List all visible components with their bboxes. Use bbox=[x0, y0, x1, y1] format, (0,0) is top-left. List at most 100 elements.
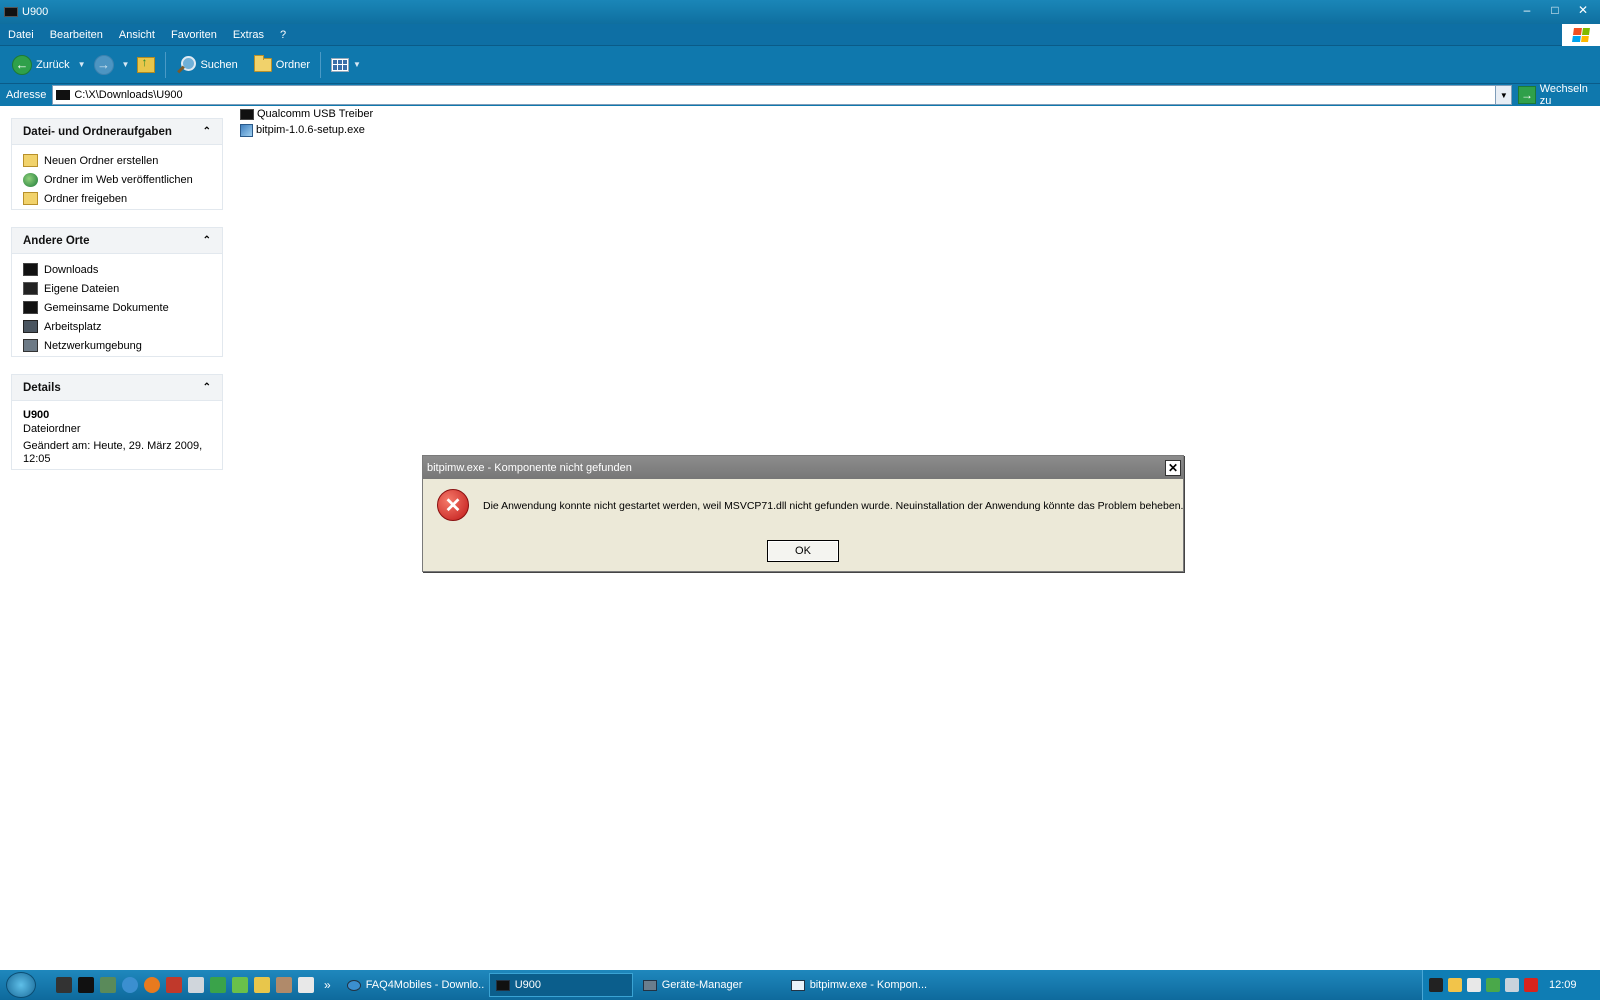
place-shared-documents[interactable]: Gemeinsame Dokumente bbox=[23, 298, 211, 317]
collapse-chevron-icon[interactable]: ⌃ bbox=[203, 382, 211, 393]
go-button[interactable]: → Wechseln zu bbox=[1518, 83, 1600, 107]
safely-remove-icon[interactable] bbox=[1486, 978, 1500, 992]
app-tray-icon[interactable] bbox=[1467, 978, 1481, 992]
file-name: bitpim-1.0.6-setup.exe bbox=[256, 124, 365, 136]
folder-icon bbox=[495, 979, 510, 991]
task-pane: Datei- und Ordneraufgaben ⌃ Neuen Ordner… bbox=[0, 106, 232, 970]
system-tray: 12:09 bbox=[1422, 970, 1600, 1000]
shared-folder-icon bbox=[23, 301, 38, 314]
file-item-folder[interactable]: Qualcomm USB Treiber bbox=[240, 106, 373, 122]
menu-bearbeiten[interactable]: Bearbeiten bbox=[42, 29, 111, 41]
back-button[interactable]: ← Zurück bbox=[8, 50, 74, 80]
forward-arrow-icon: → bbox=[93, 54, 114, 75]
share-folder-icon bbox=[23, 192, 38, 205]
forward-button[interactable]: → bbox=[90, 50, 118, 80]
details-item-name: U900 bbox=[23, 409, 50, 421]
collapse-chevron-icon[interactable]: ⌃ bbox=[203, 126, 211, 137]
title-bar[interactable]: U900 – □ ✕ bbox=[0, 0, 1600, 24]
ie-icon bbox=[346, 979, 361, 991]
menu-datei[interactable]: Datei bbox=[0, 29, 42, 41]
firefox-icon[interactable] bbox=[144, 977, 160, 993]
place-label: Eigene Dateien bbox=[44, 282, 120, 295]
address-dropdown-button[interactable]: ▼ bbox=[1495, 86, 1512, 104]
start-button[interactable] bbox=[6, 972, 36, 998]
windows-logo-icon bbox=[1562, 24, 1600, 46]
search-label: Suchen bbox=[200, 58, 238, 71]
maximize-button[interactable]: □ bbox=[1544, 1, 1566, 19]
explorer-window: U900 – □ ✕ Datei Bearbeiten Ansicht Favo… bbox=[0, 0, 1600, 1000]
go-arrow-icon: → bbox=[1518, 86, 1536, 104]
new-folder-icon bbox=[23, 154, 38, 167]
close-button[interactable]: ✕ bbox=[1572, 1, 1594, 19]
menu-favoriten[interactable]: Favoriten bbox=[163, 29, 225, 41]
folder-up-icon bbox=[137, 55, 156, 73]
views-button[interactable]: ▼ bbox=[327, 50, 365, 80]
views-dropdown-icon: ▼ bbox=[353, 60, 361, 69]
quick-launch-overflow[interactable]: » bbox=[324, 978, 331, 992]
menu-help[interactable]: ? bbox=[272, 29, 294, 41]
panel-title: Andere Orte bbox=[23, 234, 90, 247]
documents-folder-icon bbox=[23, 282, 38, 295]
folders-button[interactable]: Ordner bbox=[250, 50, 314, 80]
taskbar-item-label: Geräte-Manager bbox=[661, 979, 743, 991]
views-grid-icon bbox=[331, 57, 350, 72]
task-label: Neuen Ordner erstellen bbox=[44, 154, 159, 167]
app-icon[interactable] bbox=[276, 977, 292, 993]
error-dialog: bitpimw.exe - Komponente nicht gefunden … bbox=[422, 455, 1184, 572]
app-icon[interactable] bbox=[254, 977, 270, 993]
menu-ansicht[interactable]: Ansicht bbox=[111, 29, 163, 41]
task-new-folder[interactable]: Neuen Ordner erstellen bbox=[23, 151, 211, 170]
taskbar-item-bitpimw[interactable]: bitpimw.exe - Kompon... bbox=[785, 973, 929, 997]
app-icon[interactable] bbox=[210, 977, 226, 993]
panel-header[interactable]: Datei- und Ordneraufgaben ⌃ bbox=[12, 119, 222, 145]
antivirus-icon[interactable] bbox=[1524, 978, 1538, 992]
address-bar: Adresse C:\X\Downloads\U900 ▼ → Wechseln… bbox=[0, 83, 1600, 107]
panel-header[interactable]: Andere Orte ⌃ bbox=[12, 228, 222, 254]
file-item-exe[interactable]: bitpim-1.0.6-setup.exe bbox=[240, 122, 373, 138]
cmd-icon[interactable] bbox=[78, 977, 94, 993]
app-icon[interactable] bbox=[298, 977, 314, 993]
steam-icon[interactable] bbox=[1429, 978, 1443, 992]
search-button[interactable]: Suchen bbox=[172, 50, 241, 80]
up-folder-button[interactable] bbox=[133, 50, 159, 80]
taskbar-item-u900[interactable]: U900 bbox=[488, 973, 633, 997]
app-icon[interactable] bbox=[166, 977, 182, 993]
panel-title: Datei- und Ordneraufgaben bbox=[23, 125, 172, 138]
place-my-computer[interactable]: Arbeitsplatz bbox=[23, 317, 211, 336]
place-my-documents[interactable]: Eigene Dateien bbox=[23, 279, 211, 298]
dialog-title: bitpimw.exe - Komponente nicht gefunden bbox=[427, 461, 632, 474]
dialog-title-bar[interactable]: bitpimw.exe - Komponente nicht gefunden … bbox=[423, 456, 1183, 479]
taskbar-item-device-manager[interactable]: Geräte-Manager bbox=[637, 973, 781, 997]
app-icon[interactable] bbox=[232, 977, 248, 993]
ie-icon[interactable] bbox=[122, 977, 138, 993]
messenger-icon[interactable] bbox=[1448, 978, 1462, 992]
folder-icon bbox=[23, 263, 38, 276]
computer-icon bbox=[23, 320, 38, 333]
file-name: Qualcomm USB Treiber bbox=[257, 108, 374, 120]
details-modified-date: Geändert am: Heute, 29. März 2009, 12:05 bbox=[23, 440, 203, 465]
taskbar-item-faq4mobiles[interactable]: FAQ4Mobiles - Downlo... bbox=[341, 973, 485, 997]
quick-launch bbox=[56, 977, 314, 993]
details-item-type: Dateiordner bbox=[23, 423, 81, 435]
place-network[interactable]: Netzwerkumgebung bbox=[23, 336, 211, 355]
ok-button[interactable]: OK bbox=[767, 540, 839, 562]
place-downloads[interactable]: Downloads bbox=[23, 260, 211, 279]
file-folder-tasks-panel: Datei- und Ordneraufgaben ⌃ Neuen Ordner… bbox=[11, 118, 223, 210]
collapse-chevron-icon[interactable]: ⌃ bbox=[203, 235, 211, 246]
menu-extras[interactable]: Extras bbox=[225, 29, 272, 41]
app-icon[interactable] bbox=[188, 977, 204, 993]
window-icon bbox=[790, 979, 805, 991]
dialog-close-button[interactable]: ✕ bbox=[1165, 459, 1181, 476]
app-icon[interactable] bbox=[100, 977, 116, 993]
forward-history-dropdown[interactable]: ▼ bbox=[122, 60, 130, 69]
network-tray-icon[interactable] bbox=[1505, 978, 1519, 992]
address-field[interactable]: C:\X\Downloads\U900 ▼ bbox=[52, 85, 1513, 105]
minimize-button[interactable]: – bbox=[1516, 1, 1538, 19]
back-history-dropdown[interactable]: ▼ bbox=[78, 60, 86, 69]
details-panel: Details ⌃ U900 Dateiordner Geändert am: … bbox=[11, 374, 223, 470]
task-share-folder[interactable]: Ordner freigeben bbox=[23, 189, 211, 208]
show-desktop-icon[interactable] bbox=[56, 977, 72, 993]
panel-header[interactable]: Details ⌃ bbox=[12, 375, 222, 401]
task-publish-web[interactable]: Ordner im Web veröffentlichen bbox=[23, 170, 211, 189]
menu-bar: Datei Bearbeiten Ansicht Favoriten Extra… bbox=[0, 24, 1600, 46]
